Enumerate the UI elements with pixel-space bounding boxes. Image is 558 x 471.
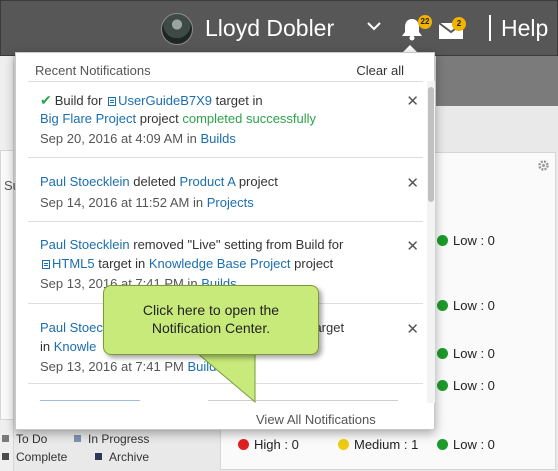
build-icon (108, 97, 117, 106)
status-text: completed successfully (182, 111, 317, 126)
checkmark-icon: ✔ (40, 92, 52, 108)
legend-item: To Do (2, 432, 47, 446)
low-count: Low : 0 (437, 298, 495, 313)
notification-text: project (294, 256, 334, 271)
gear-icon[interactable] (538, 160, 549, 171)
callout-text: Notification Center. (151, 320, 271, 336)
high-dot-icon (238, 439, 249, 450)
legend-label: Archive (109, 450, 150, 464)
user-name[interactable]: Lloyd Dobler (205, 15, 334, 42)
low-label: Low : 0 (453, 233, 495, 248)
notification-date: Sep 14, 2016 at 11:52 AM in Projects (40, 195, 254, 210)
legend-swatch (95, 453, 102, 460)
low-dot-icon (437, 300, 448, 311)
build-icon (42, 260, 50, 269)
legend-label: To Do (16, 432, 48, 446)
clear-all-button[interactable]: Clear all (356, 63, 404, 78)
dismiss-icon[interactable]: ✕ (406, 174, 419, 192)
notification-text: project (238, 174, 278, 189)
scrollbar[interactable] (427, 81, 435, 403)
high-label: High : 0 (254, 437, 299, 452)
high-count: High : 0 (238, 437, 299, 452)
notification-count-badge: 22 (418, 15, 432, 29)
project-link[interactable]: Product A (180, 174, 236, 189)
category-link[interactable]: Projects (207, 195, 254, 210)
low-label: Low : 0 (453, 378, 495, 393)
category-link[interactable]: Builds (200, 131, 235, 146)
notification-date: Sep 20, 2016 at 4:09 AM in Builds (40, 131, 236, 146)
user-link[interactable]: Paul Stoecklein (40, 174, 130, 189)
dismiss-icon[interactable]: ✕ (406, 237, 419, 255)
callout-tooltip: Click here to open the Notification Cent… (103, 285, 319, 355)
date-text: Sep 14, 2016 at 11:52 AM in (40, 195, 204, 210)
low-label: Low : 0 (453, 437, 495, 452)
callout-pointer (195, 352, 256, 404)
low-count: Low : 0 (437, 233, 495, 248)
legend-label: Complete (16, 450, 68, 464)
view-all-notifications-link[interactable]: View All Notifications (256, 412, 376, 427)
notification-item: Paul Stoecklein deleted Product A projec… (28, 158, 423, 222)
notification-line: ✔ Build for UserGuideB7X9 target in (40, 92, 263, 109)
medium-dot-icon (338, 439, 349, 450)
chevron-down-icon[interactable] (366, 21, 382, 31)
date-text: Sep 20, 2016 at 4:09 AM in (40, 131, 197, 146)
avatar[interactable] (161, 13, 193, 45)
build-link[interactable]: UserGuideB7X9 (118, 93, 212, 108)
callout-text: Click here to open the (142, 302, 280, 318)
date-text: Sep 13, 2016 at 7:41 PM (40, 359, 184, 374)
notification-text: target in (215, 93, 263, 108)
legend-item: Archive (95, 450, 149, 464)
notification-text: in (40, 339, 51, 354)
legend-swatch (2, 435, 9, 442)
low-label: Low : 0 (453, 346, 495, 361)
notification-line: Paul Stoec 5 target (40, 320, 344, 335)
legend-swatch (74, 435, 81, 442)
low-count: Low : 0 (437, 437, 495, 452)
user-link[interactable]: Paul Stoecklein (40, 237, 130, 252)
notification-text: target in (98, 256, 146, 271)
user-link[interactable]: Paul Stoec (40, 320, 103, 335)
legend-item: Complete (2, 450, 67, 464)
project-link[interactable]: Big Flare Project (40, 111, 136, 126)
build-link[interactable]: HTML5 (52, 256, 95, 271)
help-link[interactable]: Help (501, 15, 548, 42)
notification-item: ✔ Build for UserGuideB7X9 target in Big F… (28, 82, 423, 158)
project-link[interactable]: Knowle (54, 339, 97, 354)
medium-count: Medium : 1 (338, 437, 418, 452)
dropdown-title: Recent Notifications (35, 63, 151, 78)
notification-line: Paul Stoecklein removed "Live" setting f… (40, 237, 343, 252)
dismiss-icon[interactable]: ✕ (406, 92, 419, 110)
truncated-text (40, 400, 140, 401)
medium-label: Medium : 1 (354, 437, 419, 452)
notification-line: HTML5 target in Knowledge Base Project p… (40, 256, 333, 271)
legend-item: In Progress (74, 432, 149, 446)
background-band (436, 56, 558, 106)
scrollbar-thumb[interactable] (428, 87, 434, 202)
low-dot-icon (437, 380, 448, 391)
low-label: Low : 0 (453, 298, 495, 313)
legend-label: In Progress (88, 432, 150, 446)
message-count-badge: 2 (452, 17, 466, 31)
low-dot-icon (437, 235, 448, 246)
notification-text: Build for (54, 93, 103, 108)
notification-text: deleted (133, 174, 176, 189)
notification-line: in Knowle (40, 339, 96, 354)
notification-line: Paul Stoecklein deleted Product A projec… (40, 174, 278, 189)
header-divider (489, 15, 491, 41)
low-count: Low : 0 (437, 378, 495, 393)
notification-text: project (139, 111, 179, 126)
low-count: Low : 0 (437, 346, 495, 361)
top-bar: Lloyd Dobler 22 2 Help (0, 0, 558, 56)
low-dot-icon (437, 439, 448, 450)
project-link[interactable]: Knowledge Base Project (149, 256, 291, 271)
notification-line: Big Flare Project project completed succ… (40, 111, 316, 126)
notification-text: removed "Live" setting from Build for (133, 237, 344, 252)
dismiss-icon[interactable]: ✕ (406, 320, 419, 338)
low-dot-icon (437, 348, 448, 359)
legend-swatch (2, 453, 9, 460)
